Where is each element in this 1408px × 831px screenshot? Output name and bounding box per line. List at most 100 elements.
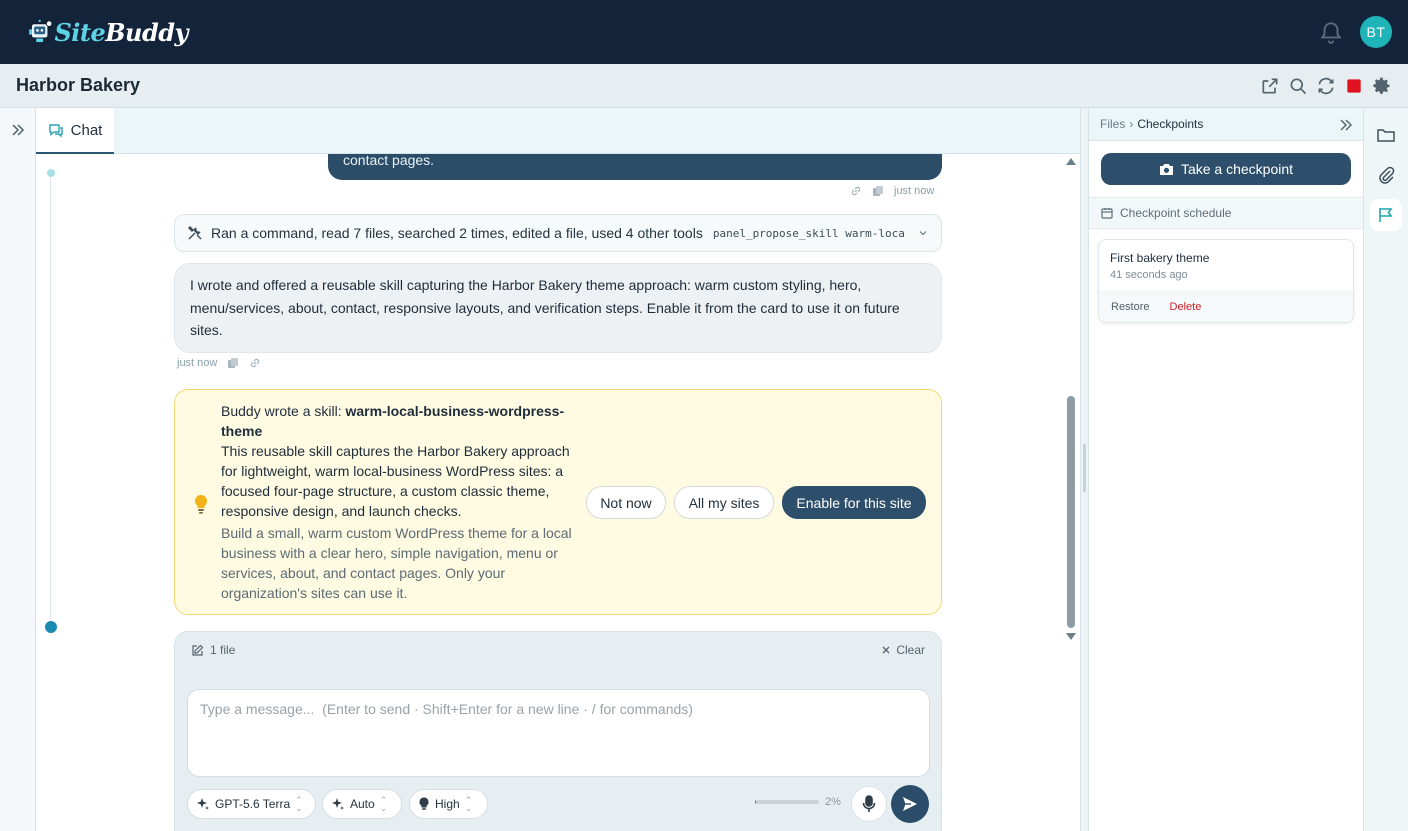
timeline-dot: [47, 169, 55, 177]
message-input[interactable]: [187, 689, 930, 777]
open-external-icon[interactable]: [1260, 76, 1280, 96]
breadcrumb-files[interactable]: Files: [1100, 117, 1125, 131]
assistant-message-meta: just now: [177, 357, 261, 369]
lightbulb-icon: [419, 797, 429, 810]
scroll-up-arrow[interactable]: [1066, 158, 1076, 165]
updown-chevron-icon: ⌃ ⌄: [295, 795, 303, 813]
flag-icon: [1379, 208, 1393, 222]
checkpoint-title: First bakery theme: [1110, 251, 1210, 265]
panel-resize-handle[interactable]: [1080, 108, 1089, 831]
take-checkpoint-button[interactable]: Take a checkpoint: [1101, 153, 1351, 185]
logo-wordmark: SiteBuddy: [54, 17, 188, 47]
mode-label: Auto: [350, 797, 375, 811]
paperclip-icon: [1379, 166, 1395, 184]
chat-tab-bar: Chat: [36, 108, 1080, 154]
top-bar: SiteBuddy BT: [0, 0, 1408, 64]
user-message: contact pages.: [328, 154, 942, 180]
tool-activity-text: Ran a command, read 7 files, searched 2 …: [211, 225, 703, 241]
page-title: Harbor Bakery: [16, 75, 141, 95]
clear-label: Clear: [896, 643, 925, 657]
left-collapse-rail: [0, 108, 36, 831]
edit-file-icon: [192, 644, 204, 656]
user-message-text: contact pages.: [343, 154, 435, 168]
collapse-panel-icon[interactable]: [1339, 118, 1353, 132]
user-message-meta: just now: [850, 185, 934, 197]
updown-chevron-icon: ⌃ ⌄: [464, 795, 473, 813]
checkpoint-time: 41 seconds ago: [1110, 269, 1188, 281]
breadcrumb-separator: ›: [1129, 117, 1134, 131]
skill-description: This reusable skill captures the Harbor …: [221, 443, 570, 519]
tab-chat-label: Chat: [70, 121, 103, 139]
attachments-tab[interactable]: [1370, 159, 1402, 191]
context-usage-percent: 2%: [825, 796, 841, 808]
expand-sidebar-icon[interactable]: [10, 122, 26, 138]
notifications-bell-icon[interactable]: [1318, 18, 1344, 46]
link-icon[interactable]: [249, 357, 261, 369]
breadcrumb: Files › Checkpoints: [1089, 108, 1363, 141]
effort-label: High: [435, 797, 460, 811]
copy-icon[interactable]: [227, 357, 239, 369]
microphone-icon: [862, 795, 876, 812]
all-my-sites-button[interactable]: All my sites: [674, 486, 774, 519]
tab-chat[interactable]: Chat: [36, 108, 114, 154]
link-icon[interactable]: [850, 185, 862, 197]
tools-icon: [188, 226, 202, 240]
not-now-button[interactable]: Not now: [586, 486, 666, 519]
effort-selector[interactable]: High ⌃ ⌄: [409, 789, 488, 819]
take-checkpoint-label: Take a checkpoint: [1180, 161, 1294, 177]
sync-icon[interactable]: [1316, 76, 1336, 96]
skill-text: Buddy wrote a skill: warm-local-business…: [221, 401, 581, 603]
skill-heading: Buddy wrote a skill: warm-local-business…: [221, 403, 565, 439]
microphone-button[interactable]: [851, 786, 887, 822]
tool-activity-code: panel_propose_skill warm-local-business-…: [712, 226, 905, 240]
chevron-down-icon: [919, 231, 927, 236]
restore-checkpoint-button[interactable]: Restore: [1111, 301, 1150, 313]
delete-checkpoint-button[interactable]: Delete: [1170, 301, 1202, 313]
chat-messages: contact pages. just now Ran a command, r…: [36, 154, 1080, 831]
checkpoint-schedule-label: Checkpoint schedule: [1120, 206, 1232, 220]
message-composer: 1 file Clear GPT-5.6 Terra ⌃⌄ Auto ⌃⌄ Hi…: [174, 631, 942, 831]
site-title-bar: Harbor Bakery: [0, 64, 1408, 108]
changed-files-toggle[interactable]: 1 file: [191, 643, 235, 657]
checkpoint-actions: Restore Delete: [1099, 290, 1353, 322]
send-icon: [903, 797, 917, 811]
files-tab[interactable]: [1370, 119, 1402, 151]
timeline-dot-active: [45, 621, 57, 633]
camera-icon: [1159, 163, 1173, 175]
breadcrumb-checkpoints: Checkpoints: [1137, 117, 1204, 131]
mode-selector[interactable]: Auto ⌃ ⌄: [322, 789, 402, 819]
close-icon: [882, 646, 890, 654]
checkpoints-tab[interactable]: [1370, 199, 1402, 231]
model-label: GPT-5.6 Terra: [215, 797, 291, 811]
checkpoint-schedule[interactable]: Checkpoint schedule: [1089, 197, 1363, 229]
tool-activity-summary[interactable]: Ran a command, read 7 files, searched 2 …: [174, 214, 942, 252]
right-tool-rail: [1363, 108, 1408, 831]
send-button[interactable]: [891, 785, 929, 823]
user-message-time: just now: [894, 185, 935, 197]
model-selector[interactable]: GPT-5.6 Terra ⌃ ⌄: [187, 789, 316, 819]
folder-icon: [1377, 129, 1395, 142]
chat-scrollbar[interactable]: [1060, 154, 1080, 644]
copy-icon[interactable]: [872, 185, 884, 197]
checkpoints-panel: Files › Checkpoints Take a checkpoint Ch…: [1089, 108, 1363, 831]
enable-for-this-site-button[interactable]: Enable for this site: [782, 486, 926, 519]
chat-bubble-icon: [48, 124, 63, 138]
updown-chevron-icon: ⌃ ⌄: [379, 795, 388, 813]
robot-mascot-icon: [29, 19, 53, 43]
composer-header: 1 file Clear: [175, 632, 941, 668]
clear-button[interactable]: Clear: [881, 643, 925, 657]
site-buddy-logo[interactable]: SiteBuddy: [28, 8, 188, 56]
skill-summary: Build a small, warm custom WordPress the…: [221, 525, 572, 601]
scroll-down-arrow[interactable]: [1066, 633, 1076, 640]
resize-grip[interactable]: [1083, 444, 1086, 492]
assistant-message: I wrote and offered a reusable skill cap…: [174, 263, 942, 353]
lightbulb-icon: [194, 494, 208, 514]
checkpoint-item: First bakery theme 41 seconds ago Restor…: [1098, 239, 1354, 323]
gear-icon[interactable]: [1372, 76, 1392, 96]
assistant-message-text: I wrote and offered a reusable skill cap…: [190, 277, 900, 338]
search-icon[interactable]: [1288, 76, 1308, 96]
scroll-thumb[interactable]: [1067, 396, 1075, 628]
context-usage-fill: [755, 800, 757, 804]
stop-icon[interactable]: [1344, 76, 1364, 96]
user-avatar[interactable]: BT: [1360, 16, 1392, 48]
